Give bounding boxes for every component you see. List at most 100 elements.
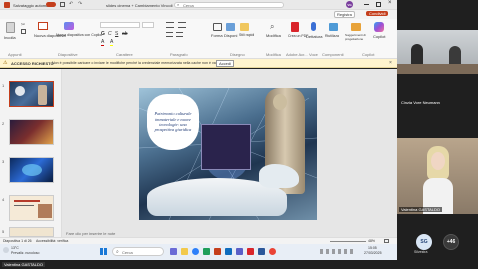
group-drawing-label: Disegno xyxy=(230,52,245,57)
shapes-button-label[interactable]: Forma xyxy=(211,33,223,38)
redo-icon[interactable]: ↷ xyxy=(78,1,82,7)
taskbar-app-icon[interactable] xyxy=(203,248,210,255)
share-button[interactable]: Condividi xyxy=(366,11,389,16)
participant-name-1: Cinzia Vore Neumann xyxy=(401,100,440,105)
reuse-icon[interactable] xyxy=(329,23,338,31)
edit-icon[interactable]: ⌕ xyxy=(270,22,274,32)
user-avatar[interactable]: VG xyxy=(346,1,353,8)
font-color-icon[interactable]: A xyxy=(101,40,105,46)
participant-avatar[interactable]: SG xyxy=(416,234,432,250)
person-silhouette xyxy=(449,46,461,66)
numbering-icon[interactable] xyxy=(178,22,186,28)
status-bar: Diapositiva 1 di 26 Accessibilità: verif… xyxy=(0,237,397,244)
copy-icon[interactable] xyxy=(21,29,26,34)
taskbar-app-icon[interactable] xyxy=(236,248,243,255)
undo-icon[interactable]: ↶ xyxy=(69,1,73,7)
dictate-button-label[interactable]: Dettatura xyxy=(306,34,322,39)
slide-thumbnail-1[interactable] xyxy=(9,81,54,107)
quick-styles-button-label[interactable]: Stili rapidi xyxy=(239,33,254,38)
align-center-icon[interactable] xyxy=(176,32,183,37)
new-slide-copilot-icon[interactable] xyxy=(64,22,74,30)
weather-icon xyxy=(3,247,9,253)
meeting-participants-panel: Cinzia Vore Neumann Valentina GASTALDO S… xyxy=(397,0,478,269)
video-tile-room[interactable] xyxy=(397,30,478,74)
menu-bar: FileHomeInserisciDisegnoProgettazioneTra… xyxy=(0,10,397,27)
taskbar-app-icon[interactable] xyxy=(269,248,276,255)
design-ideas-button-label[interactable]: Suggerimenti di progettazione xyxy=(345,33,369,41)
paste-button-label[interactable]: Incolla xyxy=(4,35,16,40)
designer-icon[interactable] xyxy=(351,23,361,31)
taskbar-app-icon[interactable] xyxy=(214,248,221,255)
italic-icon[interactable]: C xyxy=(108,31,112,37)
taskbar-search[interactable]: ⌕ Cerca xyxy=(112,247,164,256)
slide-thumbnail-5[interactable] xyxy=(9,227,54,237)
taskbar-app-icon[interactable] xyxy=(258,248,265,255)
save-icon[interactable] xyxy=(60,2,65,7)
tray-icons[interactable] xyxy=(320,249,354,254)
create-pdf-icon[interactable] xyxy=(291,22,299,32)
taskbar-app-icon[interactable] xyxy=(225,248,232,255)
zoom-slider[interactable] xyxy=(330,241,366,242)
copilot-button-label[interactable]: Copilot xyxy=(373,34,385,39)
minimize-icon[interactable] xyxy=(364,4,369,5)
search-icon: ⌕ xyxy=(116,249,119,255)
new-slide-icon[interactable] xyxy=(38,22,48,30)
thumb-number: 5 xyxy=(2,229,5,234)
windows-taskbar: 13°C Prevaliz. nuvoloso ⌕ Cerca 15:05 27… xyxy=(0,244,397,260)
reuse-button-label[interactable]: Riutilizza xyxy=(325,34,339,39)
quick-styles-icon[interactable] xyxy=(240,23,249,31)
infobar-close-icon[interactable]: × xyxy=(389,60,392,66)
font-name-box[interactable] xyxy=(100,22,140,28)
slide-thumbnail-3[interactable] xyxy=(9,157,54,183)
group-copilot-label: Copilot xyxy=(362,52,375,57)
participant-name-2: Valentina GASTALDO xyxy=(399,207,442,212)
taskbar-app-icon[interactable] xyxy=(192,248,199,255)
slide-title-box[interactable]: Patrimonio culturale immateriale e nuove… xyxy=(147,94,199,150)
thumb-image xyxy=(15,86,25,96)
font-size-box[interactable] xyxy=(142,22,154,28)
sign-in-button[interactable]: Accedi xyxy=(216,60,235,67)
arrange-icon[interactable] xyxy=(226,23,235,31)
cut-icon[interactable]: ✂ xyxy=(21,22,25,28)
taskbar-app-icon[interactable] xyxy=(170,248,177,255)
maximize-icon[interactable] xyxy=(376,2,381,7)
search-box[interactable]: ⌕ Cerca xyxy=(174,2,284,8)
thumb-number: 3 xyxy=(2,159,5,164)
thumb-text xyxy=(14,200,40,202)
slide-thumbnail-4[interactable] xyxy=(9,195,54,221)
current-slide[interactable]: Patrimonio culturale immateriale e nuove… xyxy=(139,88,317,220)
record-button[interactable]: Registra xyxy=(334,11,355,18)
bold-icon[interactable]: G xyxy=(101,31,105,37)
close-icon[interactable]: × xyxy=(388,0,392,6)
taskbar-search-placeholder: Cerca xyxy=(122,250,133,255)
arrange-button-label[interactable]: Disponi xyxy=(224,33,237,38)
group-font-label: Carattere xyxy=(116,52,133,57)
autosave-toggle[interactable] xyxy=(46,2,56,7)
shapes-icon[interactable] xyxy=(213,23,222,31)
highlight-icon[interactable]: A xyxy=(110,40,114,46)
fit-slide-icon[interactable] xyxy=(384,239,389,243)
avatar-label: Silvestra xyxy=(414,250,428,254)
align-left-icon[interactable] xyxy=(166,32,173,37)
more-participants-button[interactable]: +46 xyxy=(443,234,459,250)
strikethrough-icon[interactable]: ab xyxy=(122,31,128,37)
notes-placeholder[interactable]: Fare clic per inserire le note xyxy=(66,231,115,236)
paste-icon[interactable] xyxy=(6,22,15,33)
new-slide-copilot-label[interactable]: Nuova diapositiva con Copilot xyxy=(56,33,102,38)
clock-date[interactable]: 27/03/2025 xyxy=(364,251,382,256)
taskbar-app-icon[interactable] xyxy=(247,248,254,255)
slide-editing-area: Patrimonio culturale immateriale e nuove… xyxy=(62,69,397,237)
title-bar: Salvataggio automatico ↶ ↷ slides cinema… xyxy=(0,0,397,10)
edit-button-label[interactable]: Modifica xyxy=(266,33,281,38)
infobar-message: Non è possibile caricare o inviare le mo… xyxy=(52,61,223,65)
copilot-icon[interactable] xyxy=(374,22,384,32)
slide-thumbnail-2[interactable] xyxy=(9,119,54,145)
search-icon: ⌕ xyxy=(177,2,180,7)
bullets-icon[interactable] xyxy=(166,22,174,28)
microphone-icon[interactable] xyxy=(311,22,316,31)
taskbar-app-icon[interactable] xyxy=(181,248,188,255)
thumb-image xyxy=(22,164,42,176)
windows-start-icon[interactable] xyxy=(100,248,107,255)
video-tile-speaker[interactable]: Valentina GASTALDO xyxy=(397,138,478,214)
underline-icon[interactable]: S xyxy=(115,31,118,37)
